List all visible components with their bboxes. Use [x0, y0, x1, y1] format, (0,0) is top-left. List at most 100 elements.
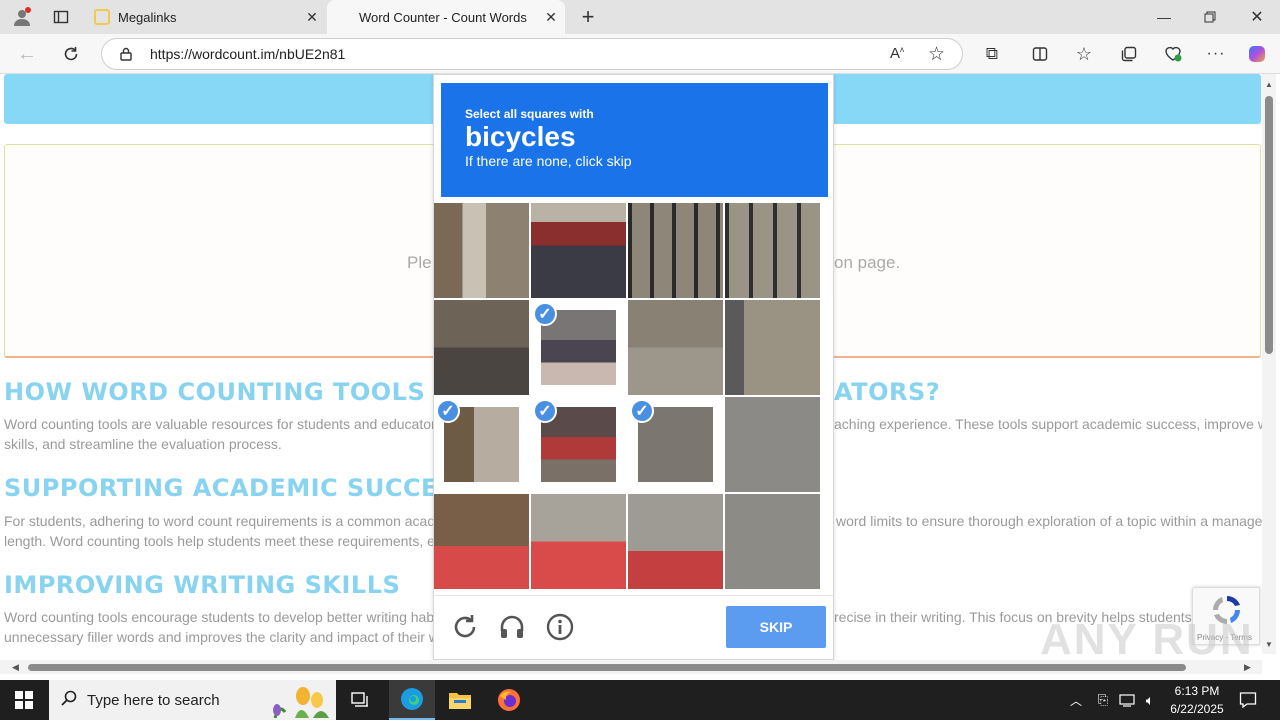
captcha-tile[interactable]: ✓	[531, 300, 626, 395]
captcha-grid: ✓ ✓ ✓ ✓	[434, 203, 822, 591]
tab-megalinks[interactable]: Megalinks ✕	[88, 0, 326, 34]
paragraph-line: unnecessary filler words and improves th…	[4, 629, 434, 645]
captcha-tile-image	[725, 300, 820, 395]
scroll-down-icon[interactable]: ▼	[1265, 640, 1273, 649]
scroll-right-icon[interactable]: ▶	[1244, 662, 1251, 673]
favorite-star-icon[interactable]: ☆	[928, 43, 945, 66]
captcha-tile[interactable]	[628, 300, 723, 395]
tab-word-counter[interactable]: Word Counter - Count Words ✕	[327, 0, 565, 34]
captcha-tile-image	[434, 203, 529, 298]
captcha-tile[interactable]: ✓	[531, 397, 626, 492]
url-text: https://wordcount.im/nbUE2n81	[150, 46, 346, 62]
tab-title: Megalinks	[118, 9, 177, 25]
collections-icon[interactable]	[1117, 42, 1141, 66]
info-icon[interactable]	[545, 612, 575, 642]
captcha-tile[interactable]	[628, 203, 723, 298]
tile-selected-check-icon: ✓	[533, 399, 557, 423]
taskbar-clock[interactable]: 6:13 PM 6/22/2025	[1162, 682, 1232, 718]
paragraph-line-tail: aching experience. These tools support a…	[834, 416, 1262, 432]
search-highlight-flowers-icon	[265, 682, 335, 719]
captcha-tile[interactable]	[434, 300, 529, 395]
vertical-scrollbar[interactable]: ▲ ▼	[1262, 74, 1276, 654]
more-options-icon[interactable]: ···	[1204, 42, 1228, 66]
captcha-hint: If there are none, click skip	[465, 153, 632, 169]
captcha-tile[interactable]: ✓	[628, 397, 723, 492]
minimize-icon[interactable]: —	[1150, 4, 1178, 30]
notifications-icon[interactable]	[1236, 688, 1260, 712]
toolbar: ← https://wordcount.im/nbUE2n81 Aʌ ☆ ⧉ ☆…	[0, 34, 1280, 74]
captcha-challenge: Select all squares with bicycles If ther…	[433, 74, 834, 660]
captcha-tile[interactable]	[434, 494, 529, 589]
captcha-tile-image	[531, 494, 626, 589]
favorites-icon[interactable]: ☆	[1072, 42, 1096, 66]
captcha-tile[interactable]: ✓	[434, 397, 529, 492]
scrollbar-thumb[interactable]	[28, 664, 1186, 671]
refresh-icon[interactable]	[58, 42, 84, 66]
section-heading: HOW WORD COUNTING TOOLS B	[4, 378, 453, 406]
paragraph-line: length. Word counting tools help student…	[4, 533, 434, 549]
reload-icon[interactable]	[450, 612, 480, 642]
captcha-tile[interactable]	[531, 494, 626, 589]
close-tab-icon[interactable]: ✕	[298, 9, 326, 26]
captcha-tile[interactable]	[725, 494, 820, 589]
search-icon	[61, 690, 77, 710]
skip-button[interactable]: SKIP	[726, 606, 826, 648]
captcha-tile[interactable]	[725, 300, 820, 395]
scroll-up-icon[interactable]: ▲	[1265, 80, 1273, 89]
paragraph-line: Word counting tools encourage students t…	[4, 609, 434, 625]
captcha-tile-image	[725, 397, 820, 492]
captcha-target: bicycles	[465, 121, 576, 152]
audio-challenge-icon[interactable]	[497, 612, 527, 642]
taskbar-search[interactable]: Type here to search	[49, 680, 336, 720]
page-viewport: Ple on page. HOW WORD COUNTING TOOLS B A…	[0, 74, 1280, 680]
windows-start-icon[interactable]	[12, 690, 36, 710]
captcha-tile-image	[628, 203, 723, 298]
volume-icon[interactable]: 🔈︎	[1140, 690, 1160, 710]
anyrun-watermark: ANY RUN	[1040, 615, 1254, 664]
captcha-tile[interactable]	[725, 203, 820, 298]
new-tab-icon[interactable]: +	[576, 4, 600, 30]
file-explorer-icon[interactable]	[447, 688, 473, 712]
captcha-tile-image	[531, 203, 626, 298]
split-screen-icon[interactable]	[1028, 42, 1052, 66]
device-icon[interactable]: ⎘	[1094, 690, 1112, 710]
close-window-icon[interactable]: ✕	[1243, 4, 1271, 30]
captcha-tile[interactable]	[531, 203, 626, 298]
captcha-tile-image	[725, 203, 820, 298]
lock-icon[interactable]	[118, 46, 134, 67]
captcha-tile[interactable]	[434, 203, 529, 298]
section-heading-tail: ATORS?	[834, 378, 941, 406]
captcha-tile-image	[434, 494, 529, 589]
edge-taskbar-icon[interactable]	[389, 680, 435, 720]
show-hidden-icons-chevron-icon[interactable]: ︿	[1070, 692, 1082, 709]
copilot-icon[interactable]	[1245, 42, 1269, 66]
paragraph-line-tail: word limits to ensure thorough explorati…	[836, 513, 1262, 529]
extensions-icon[interactable]: ⧉	[980, 42, 1004, 66]
back-icon[interactable]: ←	[14, 42, 40, 66]
captcha-tile[interactable]	[725, 397, 820, 492]
clock-date: 6/22/2025	[1170, 702, 1224, 716]
profile-icon[interactable]	[8, 4, 36, 30]
section-heading: IMPROVING WRITING SKILLS	[4, 571, 401, 599]
restore-icon[interactable]	[1196, 4, 1224, 30]
scroll-left-icon[interactable]: ◀	[12, 662, 19, 673]
read-aloud-icon[interactable]: Aʌ	[890, 45, 904, 62]
scrollbar-thumb[interactable]	[1265, 96, 1273, 354]
tile-selected-check-icon: ✓	[630, 399, 654, 423]
clock-time: 6:13 PM	[1174, 684, 1220, 698]
tab-actions-icon[interactable]	[48, 4, 74, 30]
captcha-header: Select all squares with bicycles If ther…	[441, 83, 828, 197]
notice-text-right: on page.	[834, 253, 901, 272]
paragraph-line: Word counting tools are valuable resourc…	[4, 416, 434, 432]
horizontal-scrollbar[interactable]: ◀ ▶	[0, 660, 1262, 674]
address-bar[interactable]: https://wordcount.im/nbUE2n81 Aʌ ☆	[101, 38, 963, 70]
tile-selected-check-icon: ✓	[533, 302, 557, 326]
captcha-tile[interactable]	[628, 494, 723, 589]
browser-essentials-icon[interactable]	[1161, 42, 1185, 66]
task-view-icon[interactable]	[348, 690, 372, 710]
captcha-instruction: Select all squares with	[465, 107, 594, 121]
captcha-tile-image	[434, 300, 529, 395]
close-tab-icon[interactable]: ✕	[537, 9, 565, 26]
firefox-icon[interactable]	[496, 688, 522, 712]
network-icon[interactable]	[1118, 690, 1136, 710]
